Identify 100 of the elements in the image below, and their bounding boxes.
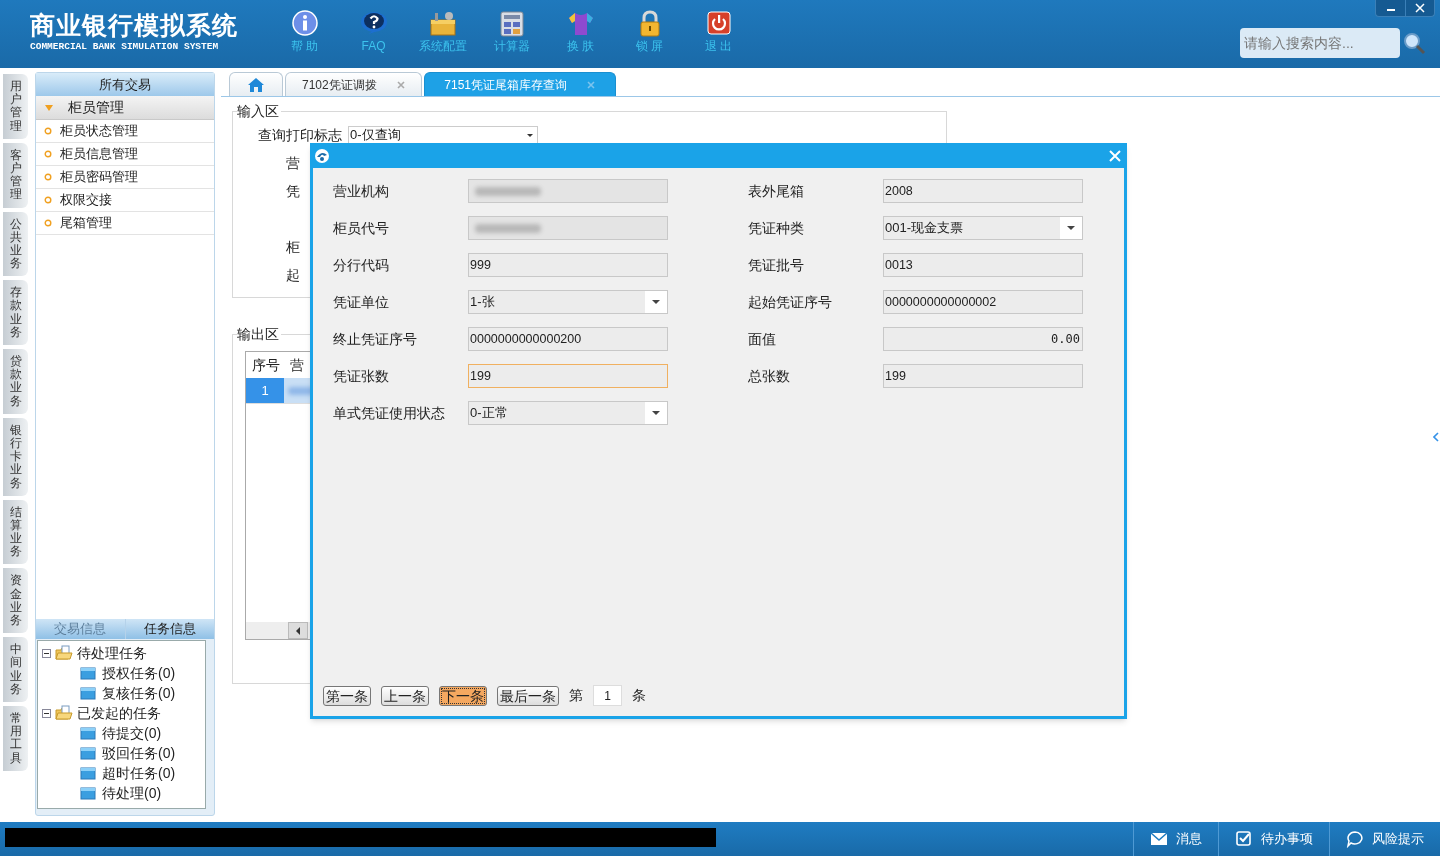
collapse-icon[interactable]	[42, 648, 51, 658]
close-icon	[1109, 149, 1121, 162]
select-field[interactable]: 0-正常	[468, 401, 668, 425]
bullet-icon	[44, 150, 52, 158]
collapse-icon[interactable]	[42, 708, 51, 718]
side-tab[interactable]: 中间业务	[3, 637, 28, 702]
menu-item[interactable]: 柜员信息管理	[36, 143, 214, 166]
tree-node[interactable]: 待处理任务	[77, 642, 147, 664]
status-button[interactable]: 风险提示	[1329, 822, 1440, 856]
toolbox-icon	[428, 10, 457, 38]
bullet-icon	[44, 173, 52, 181]
input-field[interactable]: 199	[883, 364, 1083, 388]
tree-node[interactable]: 复核任务(0)	[102, 682, 176, 704]
menu-group[interactable]: 柜员管理	[36, 96, 214, 120]
app-subtitle: COMMERCIAL BANK SIMULATION SYSTEM	[30, 40, 220, 54]
input-field[interactable]: 0000000000000200	[468, 327, 668, 351]
tree-node[interactable]: 待提交(0)	[102, 722, 162, 744]
column-header: 序号	[251, 355, 281, 375]
power-icon	[704, 10, 733, 38]
pager-button[interactable]: 上一条	[381, 685, 429, 706]
tab[interactable]	[229, 72, 283, 96]
section-title: 输入区	[237, 102, 281, 120]
select-value: 0-仅查询	[350, 127, 402, 143]
side-tab[interactable]: 结算业务	[3, 499, 28, 565]
dropdown-icon	[651, 297, 661, 307]
pager-button[interactable]: 第一条	[323, 685, 371, 706]
select-field[interactable]: 1-张	[468, 290, 668, 314]
input-field[interactable]: 2008	[883, 179, 1083, 203]
column-header: 营	[289, 355, 304, 375]
side-tab[interactable]: 客户管理	[3, 142, 28, 208]
folder-icon	[80, 746, 96, 760]
mail-icon	[1150, 830, 1168, 848]
search-icon[interactable]	[1402, 31, 1426, 55]
field-label: 柜	[286, 237, 300, 257]
calculator-icon	[497, 10, 526, 38]
close-icon	[1415, 3, 1425, 13]
field-label: 分行代码	[333, 255, 390, 275]
shirt-icon	[566, 10, 595, 38]
menu-item[interactable]: 柜员状态管理	[36, 120, 214, 143]
menu-item[interactable]: 权限交接	[36, 189, 214, 212]
tree-node[interactable]: 已发起的任务	[77, 702, 161, 724]
folder-icon	[80, 666, 96, 680]
arrow-left-icon	[1433, 432, 1439, 442]
tree-node[interactable]: 超时任务(0)	[102, 762, 176, 784]
pager-label: 第	[569, 686, 583, 705]
app-title: 商业银行模拟系统	[30, 10, 239, 40]
pager-button[interactable]: 下一条	[439, 685, 487, 706]
folder-icon	[80, 726, 96, 740]
field-label: 凭证单位	[333, 292, 390, 312]
tree-node[interactable]: 授权任务(0)	[102, 662, 176, 684]
select-field[interactable]: 0-仅查询	[348, 126, 538, 144]
folder-icon	[80, 786, 96, 800]
tree-node[interactable]: 驳回任务(0)	[102, 742, 176, 764]
field-label: 表外尾箱	[748, 181, 805, 201]
caret-icon	[44, 102, 54, 113]
select-field[interactable]: 001-现金支票	[883, 216, 1083, 240]
folder-icon	[80, 766, 96, 780]
side-tab[interactable]: 常用工具	[3, 705, 28, 771]
scroll-left-button[interactable]	[288, 622, 308, 639]
input-field[interactable]	[468, 179, 668, 203]
menu-item[interactable]: 柜员密码管理	[36, 166, 214, 189]
panel-header: 所有交易	[36, 73, 214, 96]
folder-icon	[80, 686, 96, 700]
pager-button[interactable]: 最后一条	[497, 685, 559, 706]
menu-item[interactable]: 尾箱管理	[36, 212, 214, 235]
input-field[interactable]: 199	[468, 364, 668, 388]
side-tab[interactable]: 贷款业务	[3, 349, 28, 414]
checkbox-icon	[1235, 830, 1253, 848]
tree-node[interactable]: 待处理(0)	[102, 782, 162, 804]
input-field[interactable]	[468, 216, 668, 240]
field-label: 凭证种类	[748, 218, 805, 238]
side-tab[interactable]: 用户管理	[3, 74, 28, 139]
redacted-value	[475, 223, 541, 233]
field-label: 单式凭证使用状态	[333, 403, 446, 423]
side-tab[interactable]: 公共业务	[3, 211, 28, 277]
info-icon	[290, 10, 319, 38]
tab[interactable]: 7102凭证调拨	[285, 72, 422, 96]
field-label: 终止凭证序号	[333, 329, 418, 349]
app-icon	[314, 147, 330, 164]
side-tab[interactable]: 存款业务	[3, 280, 28, 345]
page-field[interactable]: 1	[593, 685, 622, 706]
close-icon[interactable]	[396, 80, 405, 89]
search-field[interactable]: 请输入搜索内容...	[1240, 28, 1400, 58]
status-button[interactable]: 待办事项	[1218, 822, 1329, 856]
input-field[interactable]: 0013	[883, 253, 1083, 277]
field-label: 总张数	[748, 366, 791, 386]
select-value: 0-正常	[469, 404, 509, 423]
input-field[interactable]: 0.00	[883, 327, 1083, 351]
side-tab[interactable]: 银行卡业务	[3, 417, 28, 496]
arrow-left-icon	[295, 626, 301, 635]
side-tab[interactable]: 资金业务	[3, 568, 28, 634]
field-label: 起	[286, 265, 300, 285]
field-label: 面值	[748, 329, 777, 349]
panel-tab[interactable]: 任务信息	[124, 619, 214, 639]
input-field[interactable]: 999	[468, 253, 668, 277]
bullet-icon	[44, 219, 52, 227]
select-value: 1-张	[469, 293, 496, 312]
redacted-value	[475, 186, 541, 196]
input-field[interactable]: 0000000000000002	[883, 290, 1083, 314]
status-button[interactable]: 消息	[1133, 822, 1218, 856]
